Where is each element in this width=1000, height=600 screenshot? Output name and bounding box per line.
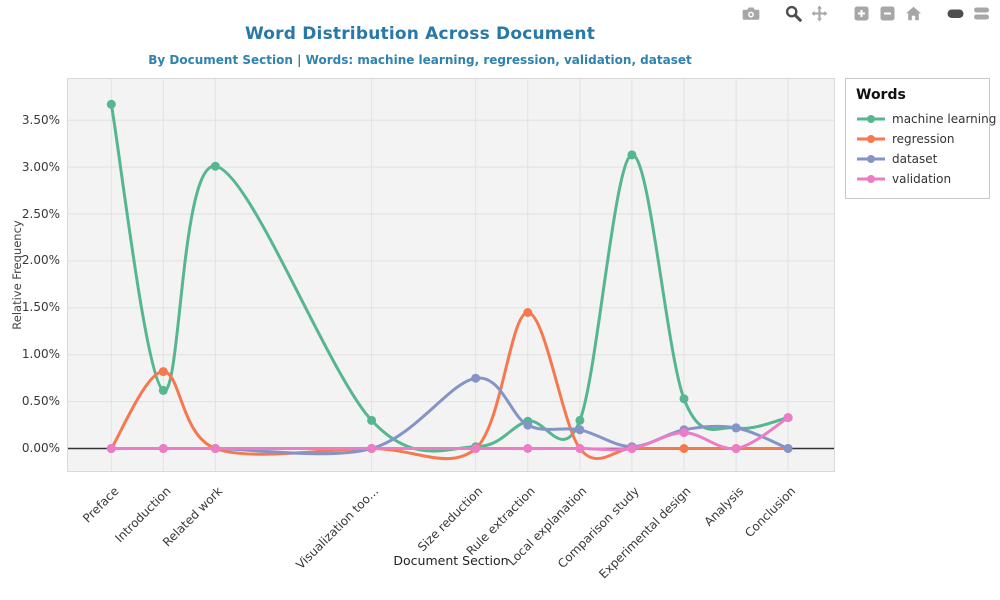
legend-swatch-icon — [856, 113, 886, 125]
legend-item-machine-learning[interactable]: machine learning — [856, 109, 979, 129]
legend-item-label: machine learning — [892, 112, 996, 126]
legend-swatch-icon — [856, 173, 886, 185]
legend-items: machine learning regression dataset validat… — [856, 109, 979, 189]
y-tick-label: 2.50% — [0, 207, 60, 222]
plotly-modebar — [718, 5, 990, 21]
app-window: Word Distribution Across Document By Doc… — [0, 0, 1000, 600]
y-tick-label: 2.00% — [0, 253, 60, 268]
legend-item-regression[interactable]: regression — [856, 129, 979, 149]
y-tick-label: 0.00% — [0, 441, 60, 456]
modebar-group — [844, 5, 922, 21]
legend-title: Words — [856, 87, 979, 103]
legend-swatch-icon — [856, 133, 886, 145]
y-tick-label: 3.50% — [0, 113, 60, 128]
legend-item-validation[interactable]: validation — [856, 169, 979, 189]
modebar-group — [938, 5, 990, 21]
plot-area[interactable] — [67, 78, 835, 472]
modebar-group — [776, 5, 828, 21]
page-subtitle: By Document Section | Words: machine lea… — [0, 53, 840, 67]
modebar-group — [734, 5, 760, 21]
legend-item-label: dataset — [892, 152, 937, 166]
camera-icon[interactable] — [742, 5, 760, 21]
zoom-out-icon[interactable] — [878, 5, 896, 21]
y-tick-label: 1.50% — [0, 300, 60, 315]
page-title: Word Distribution Across Document — [0, 24, 840, 44]
legend-box: Words machine learning regression dataset v… — [845, 78, 990, 199]
hover-closest-icon[interactable] — [946, 5, 964, 21]
y-tick-label: 0.50% — [0, 394, 60, 409]
legend-item-label: validation — [892, 172, 951, 186]
y-tick-label: 3.00% — [0, 160, 60, 175]
legend-swatch-icon — [856, 153, 886, 165]
zoom-in-icon[interactable] — [852, 5, 870, 21]
chart-canvas[interactable] — [67, 78, 835, 472]
hover-compare-icon[interactable] — [972, 5, 990, 21]
y-tick-label: 1.00% — [0, 347, 60, 362]
autoscale-home-icon[interactable] — [904, 5, 922, 21]
x-axis-title: Document Section — [393, 553, 508, 568]
legend-item-label: regression — [892, 132, 955, 146]
pan-icon[interactable] — [810, 5, 828, 21]
zoom-icon[interactable] — [784, 5, 802, 21]
legend-item-dataset[interactable]: dataset — [856, 149, 979, 169]
